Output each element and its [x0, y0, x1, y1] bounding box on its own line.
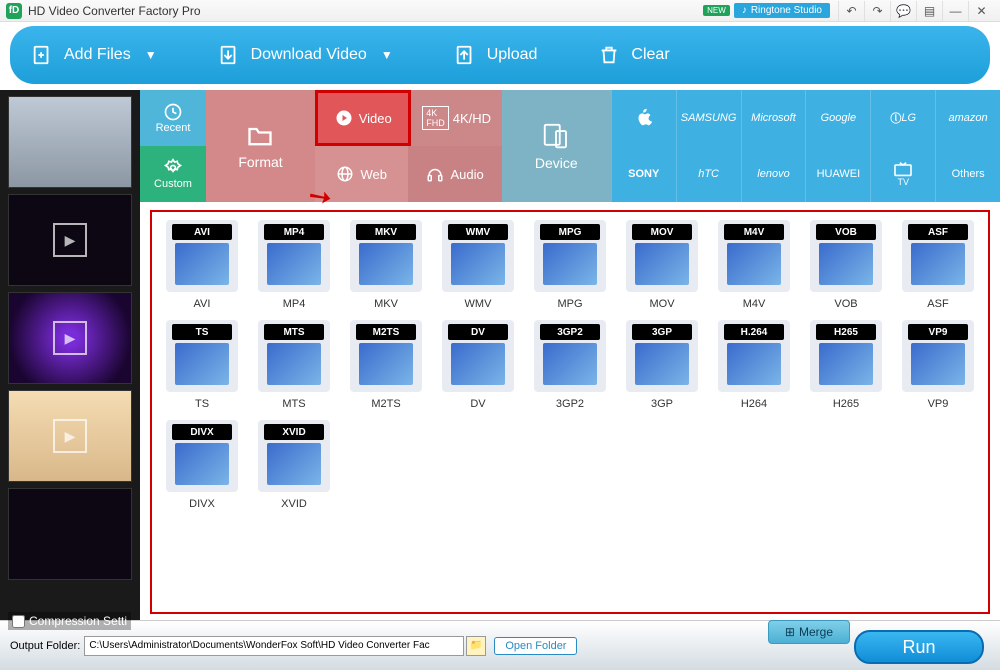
play-icon: ▶: [53, 321, 87, 355]
brand-tv[interactable]: TV: [870, 146, 935, 202]
brand-microsoft[interactable]: Microsoft: [741, 90, 806, 146]
format-3gp[interactable]: 3GP3GP: [620, 320, 704, 410]
app-title: HD Video Converter Factory Pro: [28, 4, 201, 18]
brand-grid: SAMSUNG Microsoft Google ⓛLG amazon SONY…: [611, 90, 1000, 202]
cat-custom[interactable]: Custom: [140, 146, 206, 202]
redo-button[interactable]: ↷: [864, 1, 890, 21]
folder-icon: [246, 122, 274, 150]
tv-icon: [893, 161, 913, 177]
clear-button[interactable]: Clear: [597, 43, 669, 67]
minimize-button[interactable]: —: [942, 1, 968, 21]
format-h264[interactable]: H.264H264: [712, 320, 796, 410]
brand-htc[interactable]: hTC: [676, 146, 741, 202]
hd-icon: 4KFHD: [422, 106, 449, 130]
format-panel: Recent Custom Format Video 4: [140, 90, 1000, 620]
queue-thumb[interactable]: ▶: [8, 194, 132, 286]
queue-thumb[interactable]: ▶: [8, 390, 132, 482]
cat-recent[interactable]: Recent: [140, 90, 206, 146]
apple-icon: [633, 107, 655, 129]
brand-amazon[interactable]: amazon: [935, 90, 1000, 146]
format-xvid[interactable]: XVIDXVID: [252, 420, 336, 510]
app-logo-icon: fD: [6, 3, 22, 19]
queue-thumb[interactable]: [8, 96, 132, 188]
clock-icon: [163, 102, 183, 122]
format-m4v[interactable]: M4VM4V: [712, 220, 796, 310]
compression-settings[interactable]: Compression Setti: [8, 612, 131, 630]
compression-label: Compression Setti: [29, 614, 127, 628]
settings-button[interactable]: ▤: [916, 1, 942, 21]
message-button[interactable]: 💬: [890, 1, 916, 21]
undo-button[interactable]: ↶: [838, 1, 864, 21]
format-dv[interactable]: DVDV: [436, 320, 520, 410]
format-mkv[interactable]: MKVMKV: [344, 220, 428, 310]
upload-icon: [453, 43, 477, 67]
format-mov[interactable]: MOVMOV: [620, 220, 704, 310]
format-vp9[interactable]: VP9VP9: [896, 320, 980, 410]
open-folder-button[interactable]: Open Folder: [494, 637, 577, 655]
format-ts[interactable]: TSTS: [160, 320, 244, 410]
queue-thumb[interactable]: ▶: [8, 292, 132, 384]
new-badge: NEW: [703, 5, 730, 16]
play-circle-icon: [335, 109, 353, 127]
output-folder-input[interactable]: [84, 636, 464, 656]
add-files-icon: [30, 43, 54, 67]
globe-icon: [336, 165, 354, 183]
main-toolbar: Add Files ▼ Download Video ▼ Upload Clea…: [10, 26, 990, 84]
gear-icon: [163, 158, 183, 178]
ringtone-studio-button[interactable]: ♪Ringtone Studio: [734, 3, 830, 18]
run-button[interactable]: Run: [854, 630, 984, 664]
browse-folder-button[interactable]: 📁: [466, 636, 486, 656]
format-m2ts[interactable]: M2TSM2TS: [344, 320, 428, 410]
chevron-down-icon: ▼: [381, 48, 393, 62]
format-wmv[interactable]: WMVWMV: [436, 220, 520, 310]
headphones-icon: [426, 165, 444, 183]
video-queue: ▶ ▶ ▶: [0, 90, 140, 620]
format-mpg[interactable]: MPGMPG: [528, 220, 612, 310]
cat-device[interactable]: Device: [502, 90, 611, 202]
format-avi[interactable]: AVIAVI: [160, 220, 244, 310]
brand-lenovo[interactable]: lenovo: [741, 146, 806, 202]
add-files-button[interactable]: Add Files ▼: [30, 43, 157, 67]
bottom-bar: Output Folder: 📁 Open Folder ⊞Merge Run: [0, 620, 1000, 670]
format-h265[interactable]: H265H265: [804, 320, 888, 410]
merge-button[interactable]: ⊞Merge: [768, 620, 850, 644]
upload-button[interactable]: Upload: [453, 43, 538, 67]
format-mts[interactable]: MTSMTS: [252, 320, 336, 410]
play-icon: ▶: [53, 419, 87, 453]
format-mp4[interactable]: MP4MP4: [252, 220, 336, 310]
brand-samsung[interactable]: SAMSUNG: [676, 90, 741, 146]
brand-sony[interactable]: SONY: [611, 146, 676, 202]
cat-format[interactable]: Format: [206, 90, 315, 202]
cat-video[interactable]: Video: [315, 90, 411, 146]
format-3gp2[interactable]: 3GP23GP2: [528, 320, 612, 410]
compression-checkbox[interactable]: [12, 615, 25, 628]
device-icon: [541, 121, 571, 151]
format-divx[interactable]: DIVXDIVX: [160, 420, 244, 510]
cat-4khd[interactable]: 4KFHD 4K/HD: [411, 90, 501, 146]
brand-huawei[interactable]: HUAWEI: [805, 146, 870, 202]
format-asf[interactable]: ASFASF: [896, 220, 980, 310]
format-vob[interactable]: VOBVOB: [804, 220, 888, 310]
titlebar: fD HD Video Converter Factory Pro NEW ♪R…: [0, 0, 1000, 22]
download-icon: [217, 43, 241, 67]
trash-icon: [597, 43, 621, 67]
chevron-down-icon: ▼: [145, 48, 157, 62]
brand-others[interactable]: Others: [935, 146, 1000, 202]
category-row: Recent Custom Format Video 4: [140, 90, 1000, 206]
brand-google[interactable]: Google: [805, 90, 870, 146]
brand-apple[interactable]: [611, 90, 676, 146]
format-grid-area: AVIAVIMP4MP4MKVMKVWMVWMVMPGMPGMOVMOVM4VM…: [150, 210, 990, 614]
output-folder-label: Output Folder:: [10, 640, 80, 652]
brand-lg[interactable]: ⓛLG: [870, 90, 935, 146]
close-button[interactable]: ✕: [968, 1, 994, 21]
cat-audio[interactable]: Audio: [408, 146, 501, 202]
play-icon: ▶: [53, 223, 87, 257]
queue-thumb[interactable]: [8, 488, 132, 580]
download-video-button[interactable]: Download Video ▼: [217, 43, 393, 67]
